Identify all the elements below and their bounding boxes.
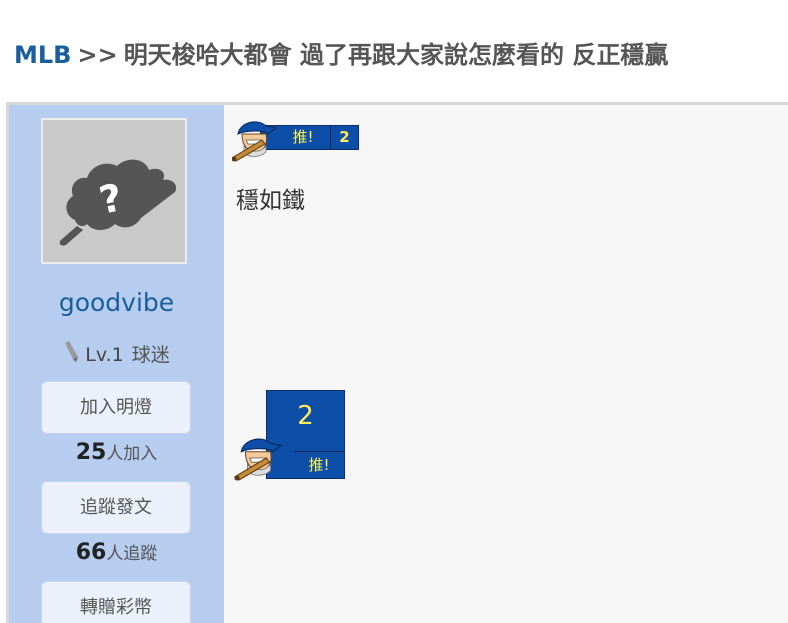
gift-coins-button[interactable]: 轉贈彩幣 [41, 581, 191, 623]
light-count-number: 25 [75, 440, 107, 465]
post-page: MLB >> 明天梭哈大都會 過了再跟大家說怎麼看的 反正穩贏 ? goodvibe [0, 0, 788, 623]
light-count-suffix: 人加入 [106, 444, 158, 464]
user-level: Lv.1 球迷 [9, 340, 224, 368]
article-title: 明天梭哈大都會 過了再跟大家說怎麼看的 反正穩贏 [123, 41, 669, 69]
unknown-avatar-icon: ? [59, 159, 177, 246]
push-large-count: 2 [297, 401, 314, 431]
push-large-label: 推! [294, 451, 344, 478]
breadcrumb: MLB >> 明天梭哈大都會 過了再跟大家說怎麼看的 反正穩贏 [14, 38, 668, 72]
post-container: ? goodvibe Lv.1 球迷 加入明燈 25人加入 追蹤發文 66人追蹤 [6, 102, 788, 623]
rank-title: 球迷 [131, 344, 170, 366]
baseball-mascot-icon [234, 438, 283, 481]
track-count-suffix: 人追蹤 [106, 544, 158, 564]
user-panel: ? goodvibe Lv.1 球迷 加入明燈 25人加入 追蹤發文 66人追蹤 [9, 105, 224, 623]
level-value: Lv.1 [85, 344, 124, 366]
post-content: 推! 2 穩如鐵 2 推! [224, 105, 788, 623]
track-count: 66人追蹤 [9, 539, 224, 565]
push-button-large[interactable]: 2 推! [234, 389, 345, 481]
pencil-icon [63, 341, 79, 368]
push-count: 2 [339, 128, 350, 146]
push-label: 推! [292, 128, 314, 146]
track-count-number: 66 [75, 540, 107, 565]
avatar[interactable]: ? [41, 118, 187, 264]
username[interactable]: goodvibe [9, 288, 224, 317]
push-badge-small[interactable]: 推! 2 [232, 118, 362, 162]
baseball-mascot-icon [232, 121, 278, 162]
light-count: 25人加入 [9, 439, 224, 465]
breadcrumb-separator: >> [77, 41, 118, 69]
post-body-text: 穩如鐵 [236, 188, 305, 214]
breadcrumb-board-link[interactable]: MLB [14, 41, 71, 69]
follow-light-button[interactable]: 加入明燈 [41, 381, 191, 434]
track-posts-button[interactable]: 追蹤發文 [41, 481, 191, 534]
